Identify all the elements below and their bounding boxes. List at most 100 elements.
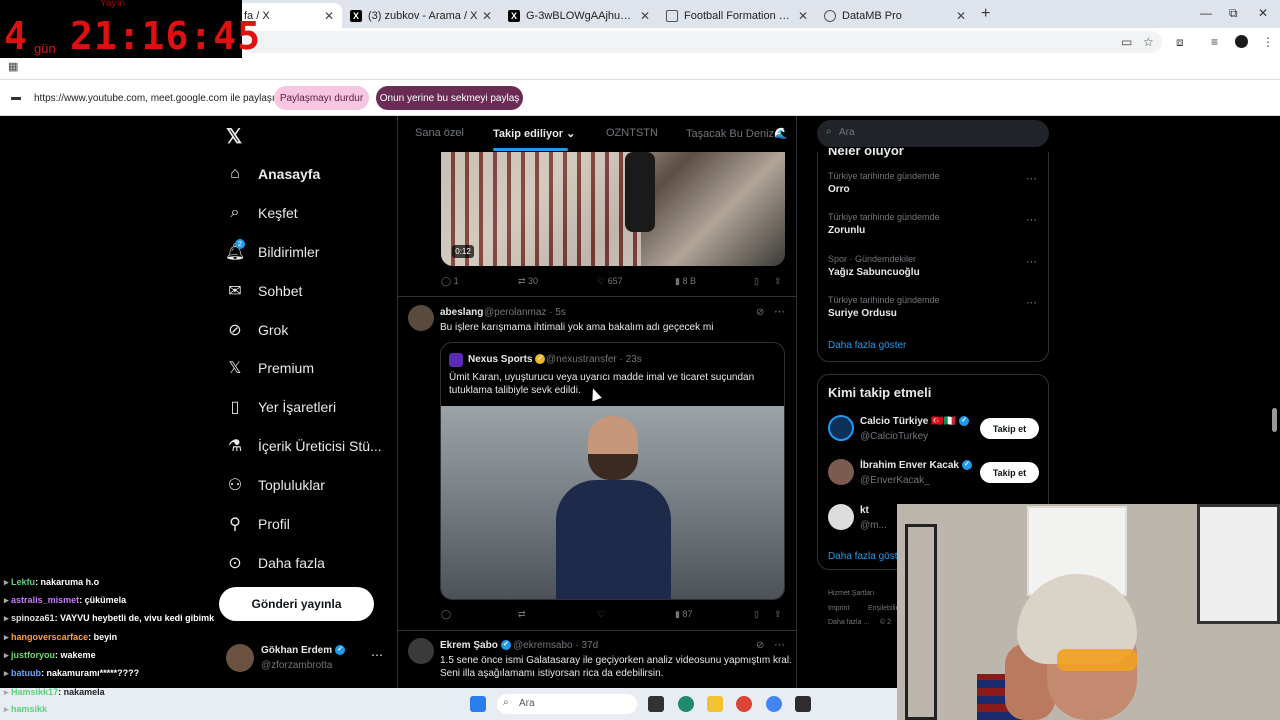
tab-datamb[interactable]: DataMB Pro ✕ <box>816 3 974 28</box>
quote-image[interactable] <box>441 406 784 599</box>
trend-item[interactable]: Suriye Ordusu <box>828 308 897 319</box>
close-tab-icon[interactable]: ✕ <box>324 9 334 23</box>
grok-explain-icon[interactable]: ⊘ <box>756 640 764 651</box>
post-author-name[interactable]: Ekrem Şabo ✓ <box>440 640 511 651</box>
profile-avatar-icon[interactable] <box>1235 35 1248 48</box>
trend-menu-icon[interactable]: ⋯ <box>1026 172 1037 185</box>
bookmark-icon[interactable]: ▯ <box>754 609 759 620</box>
minimize-icon[interactable]: — <box>1200 6 1212 20</box>
avatar[interactable] <box>828 459 854 485</box>
repost-button[interactable]: ⇄ <box>518 609 526 620</box>
close-window-icon[interactable]: ✕ <box>1258 6 1268 20</box>
views-button[interactable]: ▮ 8 B <box>675 276 696 287</box>
tab-following[interactable]: Takip ediliyor ⌄ <box>493 127 575 140</box>
post-author-handle[interactable]: @ekremsabo · 37d <box>513 640 598 651</box>
reply-button[interactable]: ◯ 1 <box>441 276 459 287</box>
edge-icon[interactable] <box>678 696 694 712</box>
follow-button[interactable]: Takip et <box>980 462 1039 483</box>
trend-menu-icon[interactable]: ⋯ <box>1026 296 1037 309</box>
quoted-post[interactable]: Nexus Sports ✓ @nexustransfer · 23s Ümit … <box>440 342 785 600</box>
chrome-profile-icon[interactable] <box>766 696 782 712</box>
post-menu-icon[interactable]: ⋯ <box>774 305 785 318</box>
tab-ozntstn[interactable]: OZNTSTN <box>606 127 658 139</box>
tab-zubkov[interactable]: X (3) zubkov - Arama / X ✕ <box>342 3 500 28</box>
stop-sharing-button[interactable]: Paylaşmayı durdur <box>274 86 369 110</box>
post-menu-icon[interactable]: ⋯ <box>774 638 785 651</box>
like-button[interactable]: ♡ <box>597 609 605 620</box>
nav-communities[interactable]: ⚇ Topluluklar <box>226 470 325 500</box>
account-name[interactable]: Gökhan Erdem ✓ <box>261 645 346 656</box>
tab-for-you[interactable]: Sana özel <box>415 127 464 139</box>
share-this-tab-button[interactable]: Onun yerine bu sekmeyi paylaş <box>376 86 523 110</box>
post-author-handle[interactable]: @perolanmaz · 5s <box>484 307 566 318</box>
avatar[interactable] <box>408 638 434 664</box>
footer-more-link[interactable]: Daha fazla ... <box>828 619 869 626</box>
bookmark-icon[interactable]: ▯ <box>754 276 759 287</box>
apps-grid-icon[interactable]: ▦ <box>8 60 18 73</box>
extensions-icon[interactable]: ⧈ <box>1176 35 1184 50</box>
star-icon[interactable]: ☆ <box>1143 35 1154 49</box>
avatar[interactable] <box>408 305 434 331</box>
nav-premium[interactable]: 𝕏 Premium <box>226 353 314 383</box>
nav-home[interactable]: ⌂ Anasayfa <box>226 159 320 189</box>
tab-image[interactable]: X G-3wBLOWgAAjhu4 (597×680) ✕ <box>500 3 658 28</box>
repost-button[interactable]: ⇄ 30 <box>518 276 538 287</box>
cast-icon[interactable]: ▭ <box>1121 35 1132 49</box>
post-button[interactable]: Gönderi yayınla <box>219 587 374 621</box>
restore-icon[interactable]: ⧉ <box>1229 6 1238 21</box>
footer-terms-link[interactable]: Hizmet Şartları <box>828 590 874 597</box>
nav-explore[interactable]: ⌕ Keşfet <box>226 198 298 228</box>
kebab-menu-icon[interactable]: ⋮ <box>1262 35 1274 49</box>
footer-imprint-link[interactable]: Imprint <box>828 605 849 612</box>
like-button[interactable]: ♡ 657 <box>597 276 623 287</box>
follow-button[interactable]: Takip et <box>980 418 1039 439</box>
grok-explain-icon[interactable]: ⊘ <box>756 307 764 318</box>
close-tab-icon[interactable]: ✕ <box>640 9 650 23</box>
reading-list-icon[interactable]: ≡ <box>1211 35 1218 49</box>
obs-icon[interactable] <box>795 696 811 712</box>
trend-menu-icon[interactable]: ⋯ <box>1026 255 1037 268</box>
nav-profile[interactable]: ⚲ Profil <box>226 509 290 539</box>
close-tab-icon[interactable]: ✕ <box>798 9 808 23</box>
close-tab-icon[interactable]: ✕ <box>956 9 966 23</box>
share-icon[interactable]: ⇪ <box>774 276 782 287</box>
windows-start-icon[interactable] <box>470 696 486 712</box>
avatar[interactable] <box>828 415 854 441</box>
taskbar-search[interactable]: ⌕ Ara <box>497 694 637 714</box>
nav-grok[interactable]: ⊘ Grok <box>226 315 288 345</box>
x-logo-icon[interactable]: 𝕏 <box>226 124 242 149</box>
task-view-icon[interactable] <box>648 696 664 712</box>
file-explorer-icon[interactable] <box>707 696 723 712</box>
page-scrollbar[interactable] <box>1272 408 1277 432</box>
nav-more[interactable]: ⊙ Daha fazla <box>226 548 325 578</box>
tab-tasacak-bu-deniz[interactable]: Taşacak Bu Deniz🌊 <box>686 127 788 140</box>
nav-messages[interactable]: ✉ Sohbet <box>226 276 302 306</box>
trend-item[interactable]: Zorunlu <box>828 225 865 236</box>
suggestion-name[interactable]: İbrahim Enver Kacak ✓ <box>860 460 972 471</box>
views-button[interactable]: ▮ 87 <box>675 609 692 620</box>
new-tab-icon[interactable]: + <box>981 5 990 23</box>
avatar[interactable] <box>828 504 854 530</box>
search-input[interactable]: ⌕ Ara <box>817 120 1049 147</box>
nav-bookmarks[interactable]: ▯ Yer İşaretleri <box>226 392 336 422</box>
reply-button[interactable]: ◯ <box>441 609 451 620</box>
chrome-icon[interactable] <box>736 696 752 712</box>
show-more-trends-link[interactable]: Daha fazla göster <box>828 340 906 351</box>
tab-football-formation[interactable]: Football Formation Creator: Re ✕ <box>658 3 816 28</box>
nav-notifications[interactable]: 🔔︎ 2 Bildirimler <box>225 237 319 267</box>
post-video[interactable] <box>441 152 785 266</box>
account-avatar[interactable] <box>226 644 254 672</box>
nav-creator-studio[interactable]: ⚗ İçerik Üreticisi Stü... <box>226 431 382 461</box>
suggestion-name[interactable]: Calcio Türkiye 🇹🇷🇮🇹 ✓ <box>860 416 970 427</box>
trend-item[interactable]: Orro <box>828 184 850 195</box>
omnibox[interactable] <box>242 31 1162 53</box>
share-icon[interactable]: ⇪ <box>774 609 782 620</box>
chat-message: ▸ Hamsikk17: nakamela <box>4 687 105 697</box>
trend-item[interactable]: Yağız Sabuncuoğlu <box>828 267 920 278</box>
trend-menu-icon[interactable]: ⋯ <box>1026 213 1037 226</box>
suggestion-name[interactable]: kt <box>860 505 869 516</box>
show-more-follow-link[interactable]: Daha fazla göst <box>828 551 898 562</box>
account-menu-icon[interactable]: ⋯ <box>371 648 383 662</box>
close-tab-icon[interactable]: ✕ <box>482 9 492 23</box>
post-author-name[interactable]: abeslang <box>440 307 483 318</box>
